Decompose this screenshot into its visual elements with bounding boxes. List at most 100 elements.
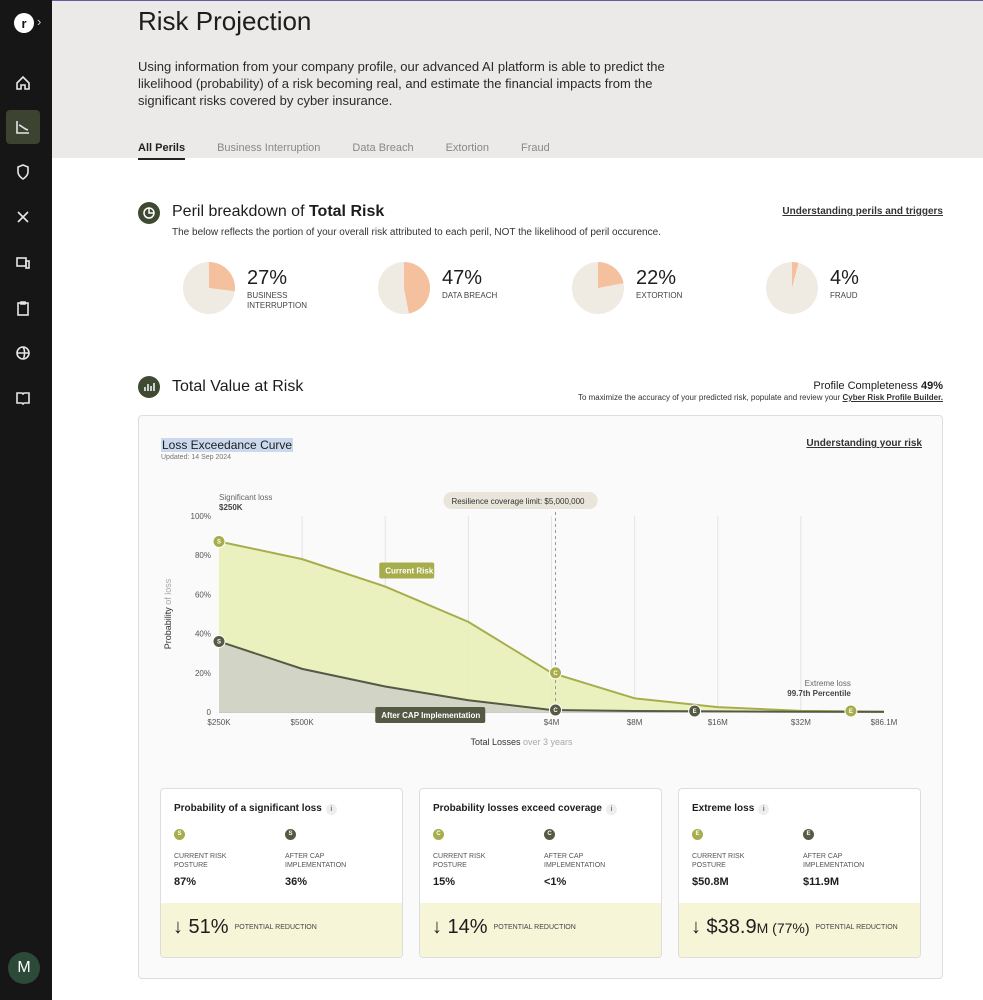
sidebar: r › M [0,0,52,1000]
peril-percent: 4% [830,267,859,289]
profile-builder-link[interactable]: Cyber Risk Profile Builder. [843,393,943,402]
x-tick-label: $4M [544,718,560,727]
marker-s: S [285,829,296,840]
peril-label: DATA BREACH [442,291,498,300]
page-header: Risk Projection Using information from y… [52,0,983,160]
after-cap-label: After CAP Implementation [381,711,480,720]
lec-panel: Loss Exceedance Curve Updated: 14 Sep 20… [138,415,943,979]
tab-data-breach[interactable]: Data Breach [352,142,413,160]
marker-s-after-label: S [217,639,221,645]
page-intro: Using information from your company prof… [138,59,665,108]
card-title: Extreme loss i [692,803,770,815]
pie-chart-icon [138,202,160,224]
home-icon[interactable] [6,66,40,100]
marker-e: E [692,829,703,840]
reduction-value: ↓ $38.9 [691,916,757,938]
y-tick-label: 0 [207,708,212,717]
peril-label: BUSINESS INTERRUPTION [247,291,307,310]
significant-loss-label: Significant loss [219,493,272,502]
card-extreme-loss: Extreme loss i E E CURRENT RISK POSTURE A… [678,788,921,958]
card-footer: ↓ 14% POTENTIAL REDUCTION [420,903,661,957]
peril-label: EXTORTION [636,291,683,300]
extreme-loss-label: Extreme loss [805,679,851,688]
book-icon[interactable] [6,381,40,415]
x-tick-label: $250K [207,718,231,727]
x-tick-label: $8M [627,718,643,727]
info-icon[interactable]: i [325,804,337,815]
x-tick-label: $86.1M [871,718,898,727]
lec-title: Loss Exceedance Curve [161,438,294,452]
peril-percent: 47% [442,267,483,289]
reduction-label: POTENTIAL REDUCTION [234,924,317,931]
card-significant-loss: Probability of a significant loss i S S C… [160,788,403,958]
after-value: 36% [285,876,308,888]
before-label: CURRENT RISK POSTURE [174,853,227,869]
x-tick-label: $500K [291,718,315,727]
x-tick-label: $32M [791,718,811,727]
chevron-right-icon[interactable]: › [37,14,41,29]
info-icon[interactable]: i [758,804,770,815]
x-tick-label: $16M [708,718,728,727]
reduction-value: ↓ 14% [432,916,488,938]
peril-percent: 22% [636,267,677,289]
marker-e-current-label: E [849,709,853,715]
significant-loss-value: $250K [219,503,243,512]
y-tick-label: 20% [195,669,211,678]
marker-c-after-label: C [553,708,558,714]
tab-all-perils[interactable]: All Perils [138,142,186,160]
x-axis-label: Total Losses over 3 years [470,737,573,747]
reduction-label: POTENTIAL REDUCTION [815,924,898,931]
before-label: CURRENT RISK POSTURE [692,853,745,869]
logo[interactable]: r [14,13,34,33]
peril-pie [378,262,430,314]
after-label: AFTER CAP IMPLEMENTATION [803,853,865,869]
peril-pie [572,262,624,314]
card-exceed-coverage: Probability losses exceed coverage i C C … [419,788,662,958]
marker-s: S [174,829,185,840]
after-label: AFTER CAP IMPLEMENTATION [544,853,606,869]
current-risk-label: Current Risk [385,567,434,576]
peril-percent: 27% [247,267,288,289]
page-title: Risk Projection [138,6,312,36]
y-tick-label: 60% [195,590,211,599]
after-label: AFTER CAP IMPLEMENTATION [285,853,347,869]
reduction-value: ↓ 51% [173,916,229,938]
understanding-perils-link[interactable]: Understanding perils and triggers [782,206,943,217]
lec-updated: Updated: 14 Sep 2024 [161,454,232,461]
after-value: <1% [544,876,567,888]
coverage-limit-label: Resilience coverage limit: $5,000,000 [452,497,586,506]
marker-e: E [803,829,814,840]
after-value: $11.9M [803,876,840,888]
devices-icon[interactable] [6,246,40,280]
y-tick-label: 100% [191,512,211,521]
shield-icon[interactable] [6,155,40,189]
reduction-label: POTENTIAL REDUCTION [493,924,576,931]
marker-c: C [433,829,444,840]
profile-completeness: Profile Completeness 49% [813,380,943,392]
peril-label: FRAUD [830,291,858,300]
before-label: CURRENT RISK POSTURE [433,853,486,869]
tab-extortion[interactable]: Extortion [446,142,489,160]
clipboard-icon[interactable] [6,291,40,325]
avatar[interactable]: M [8,952,40,984]
completeness-hint: To maximize the accuracy of your predict… [577,393,943,402]
y-tick-label: 40% [195,630,211,639]
marker-e-after-label: E [693,709,697,715]
peril-title: Peril breakdown of Total Risk [172,203,385,220]
reduction-extra: M (77%) [756,919,810,936]
chart-icon[interactable] [6,110,40,144]
marker-s-current-label: S [217,539,221,545]
loss-exceedance-chart[interactable]: 100% 80% 60% 40% 20% 0 Resilience coverage lim… [139,476,942,776]
tools-icon[interactable] [6,200,40,234]
info-icon[interactable]: i [605,804,617,815]
tab-fraud[interactable]: Fraud [521,142,550,160]
before-value: 15% [433,876,456,888]
marker-c: C [544,829,555,840]
tab-business-interruption[interactable]: Business Interruption [217,142,320,160]
globe-icon[interactable] [6,336,40,370]
card-footer: ↓ 51% POTENTIAL REDUCTION [161,903,402,957]
card-footer: ↓ $38.9 M (77%) POTENTIAL REDUCTION [679,903,920,957]
understanding-risk-link[interactable]: Understanding your risk [806,438,922,449]
y-axis-label: Probability of loss [163,578,173,649]
y-tick-label: 80% [195,551,211,560]
